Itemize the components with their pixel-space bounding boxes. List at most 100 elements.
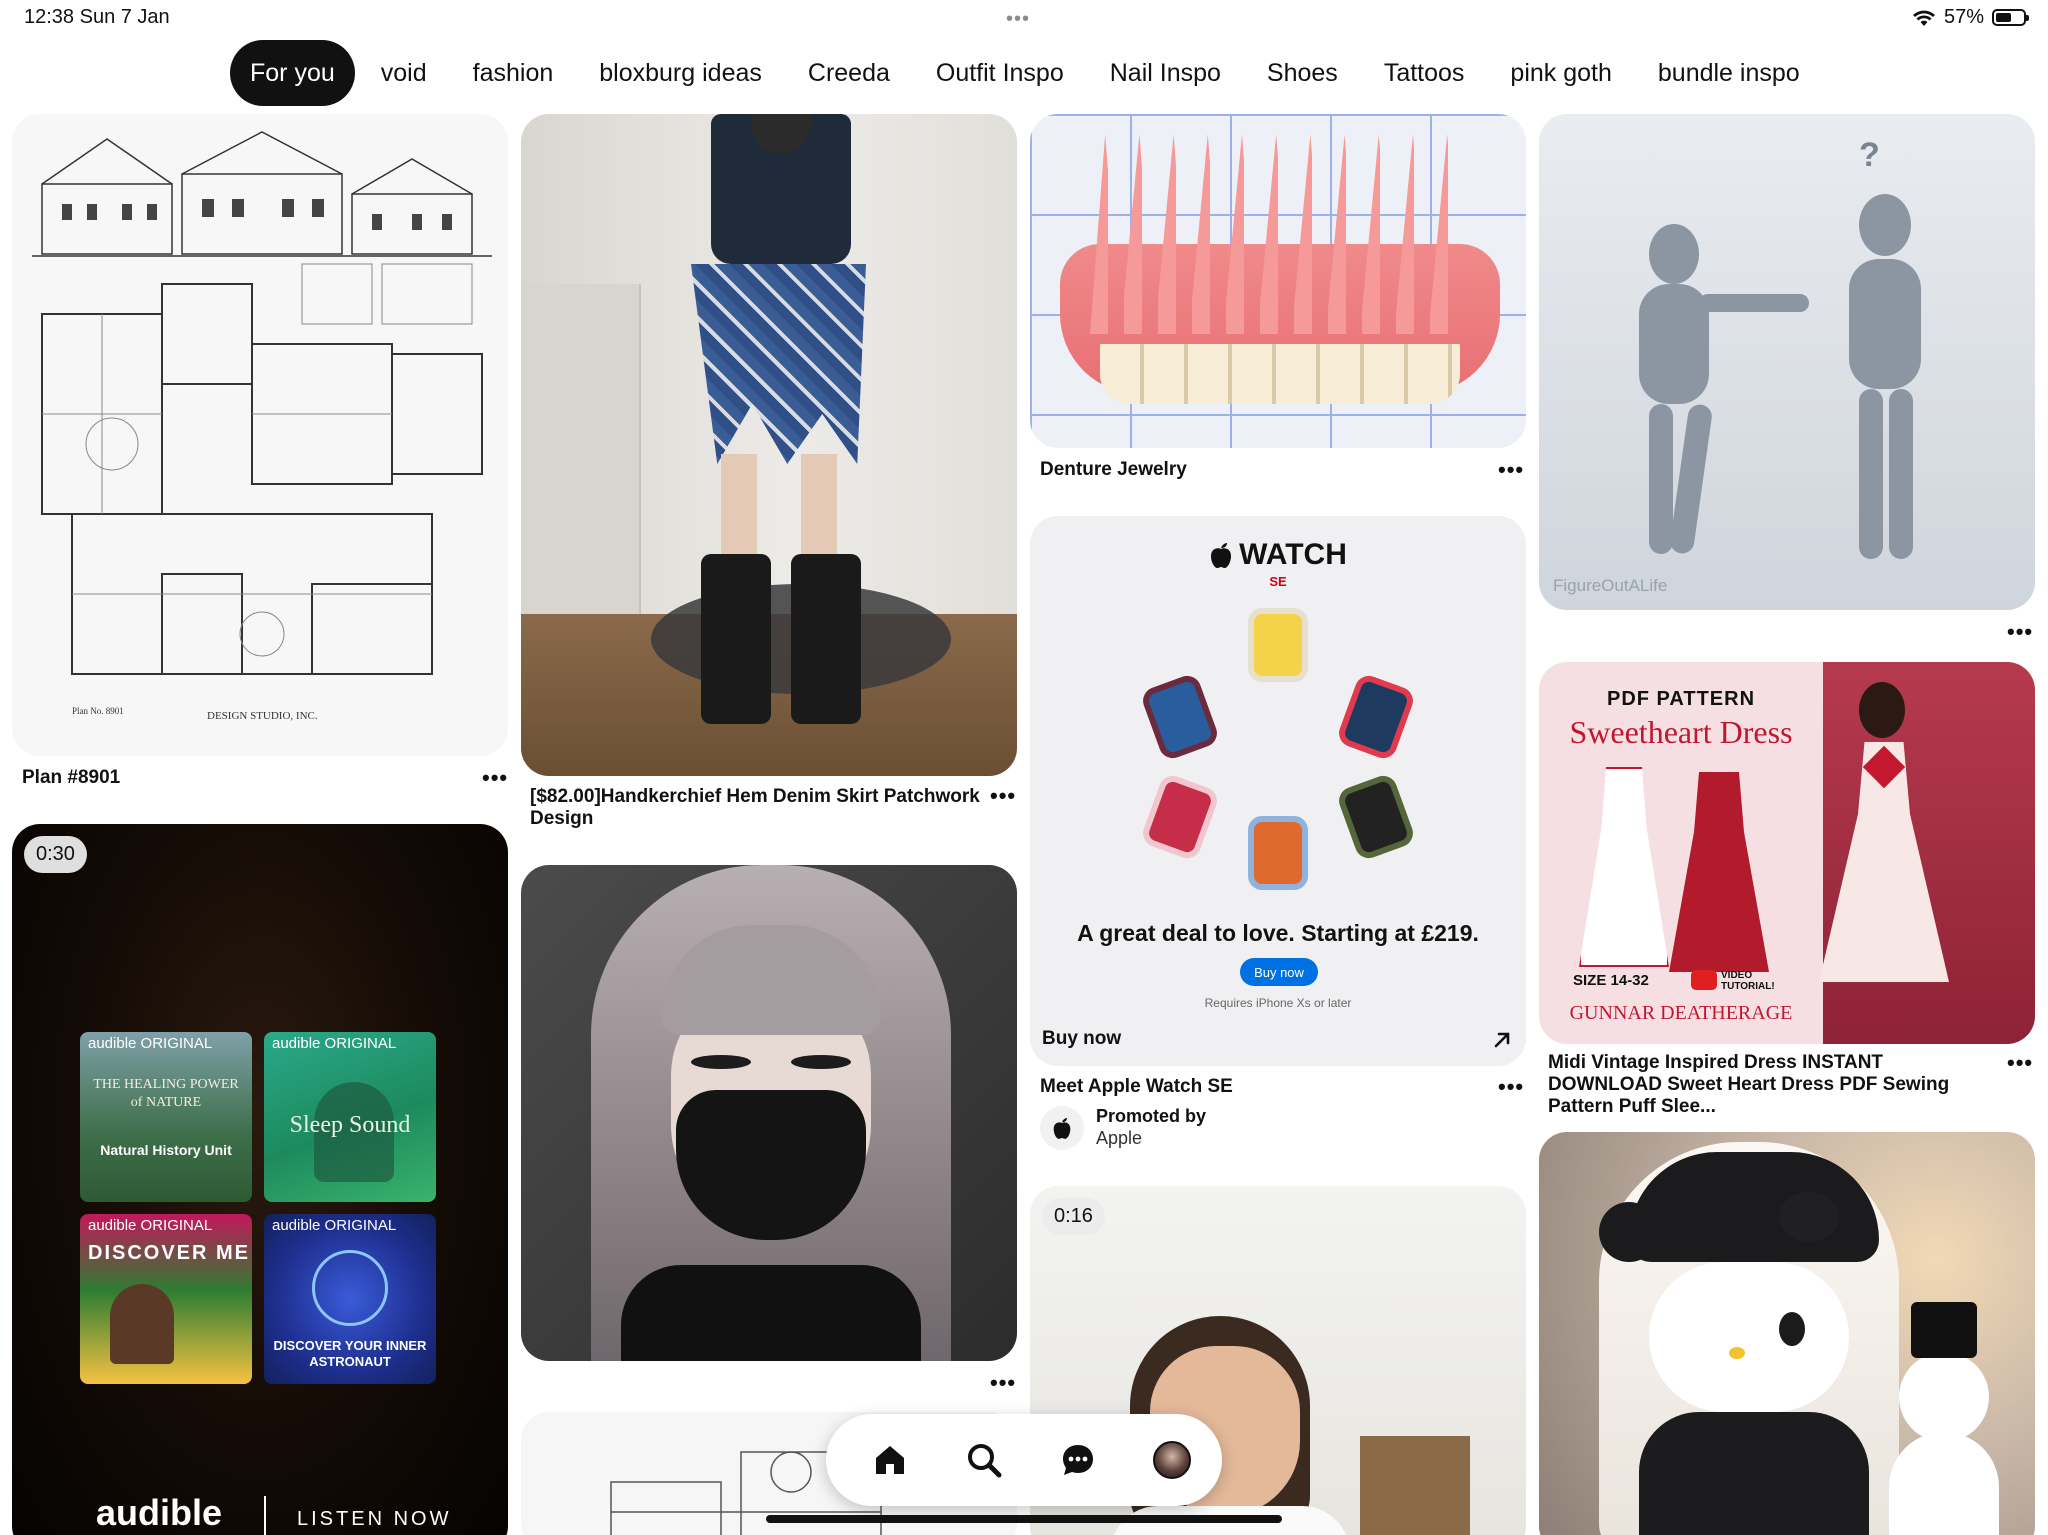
- pin-skirt-more-button[interactable]: •••: [990, 783, 1016, 809]
- watch-brand: WATCH: [1239, 538, 1347, 571]
- watch-buy-now-pill[interactable]: Buy now: [1240, 958, 1318, 986]
- pin-figures-image[interactable]: ? FigureOutALife: [1539, 114, 2035, 610]
- listen-now-cta[interactable]: LISTEN NOW: [297, 1508, 451, 1531]
- pin-hello-kitty-image[interactable]: [1539, 1132, 2035, 1535]
- dress-title: Sweetheart Dress: [1569, 714, 1793, 750]
- video-duration-badge: 0:30: [24, 836, 87, 873]
- model-hair: [1859, 682, 1905, 738]
- pin-watch-more-button[interactable]: •••: [1498, 1074, 1524, 1100]
- promoted-by-label: Promoted by: [1096, 1106, 1207, 1126]
- pompom-shape: [1599, 1202, 1659, 1262]
- snowman-head: [1899, 1352, 1989, 1442]
- pin-audible-video[interactable]: 0:30 audible ORIGINAL THE HEALING POWER …: [12, 824, 508, 1535]
- status-time: 12:38 Sun 7 Jan: [24, 6, 170, 28]
- pin-figures-more-button[interactable]: •••: [2007, 619, 2033, 645]
- figure-leg-left: [1668, 403, 1714, 555]
- watch-face: [1139, 671, 1221, 763]
- figure-leg-left: [1649, 404, 1673, 554]
- pin-plan-caption[interactable]: Plan #8901: [22, 767, 452, 789]
- divider: [264, 1496, 266, 1535]
- audible-tile-nature[interactable]: audible ORIGINAL THE HEALING POWER of NA…: [80, 1032, 252, 1202]
- apple-logo-icon: [1211, 543, 1232, 568]
- watch-face: [1139, 771, 1221, 863]
- tab-bloxburg-ideas[interactable]: bloxburg ideas: [579, 40, 782, 106]
- promoted-by-name[interactable]: Apple: [1096, 1128, 1142, 1149]
- watch-face: [1248, 816, 1308, 890]
- audible-tile-discover-me[interactable]: audible ORIGINAL DISCOVER ME: [80, 1214, 252, 1384]
- home-icon: [876, 1446, 904, 1474]
- nav-profile-button[interactable]: [1144, 1432, 1200, 1488]
- figure-leg-right: [1859, 389, 1883, 559]
- figure-head-right: [1859, 194, 1911, 256]
- pin-denture-more-button[interactable]: •••: [1498, 457, 1524, 483]
- dresser-shape: [521, 284, 641, 644]
- watch-logo: WATCH: [1030, 538, 1526, 572]
- portrait-shape: [110, 1284, 174, 1364]
- pin-skirt-image[interactable]: [521, 114, 1017, 776]
- tab-tattoos[interactable]: Tattoos: [1364, 40, 1485, 106]
- jacket-shape: [1639, 1412, 1869, 1535]
- figure-leg-right: [1889, 389, 1913, 559]
- tab-pink-goth[interactable]: pink goth: [1490, 40, 1631, 106]
- status-bar: 12:38 Sun 7 Jan ••• 57%: [0, 0, 2048, 36]
- snowman-hat: [1911, 1302, 1977, 1358]
- pin-skirt-caption[interactable]: [$82.00]Handkerchief Hem Denim Skirt Pat…: [530, 786, 990, 830]
- wifi-icon: [1912, 10, 1935, 26]
- tab-shoes[interactable]: Shoes: [1247, 40, 1358, 106]
- pin-watch-ad[interactable]: WATCH SE A great deal to love. Starting …: [1030, 516, 1526, 1066]
- tab-fashion[interactable]: fashion: [453, 40, 574, 106]
- pin-dress-caption[interactable]: Midi Vintage Inspired Dress INSTANT DOWN…: [1548, 1052, 1998, 1118]
- advertiser-avatar[interactable]: [1040, 1106, 1084, 1150]
- bottom-navigation: [826, 1414, 1222, 1506]
- watch-face: [1248, 608, 1308, 682]
- question-mark-icon: ?: [1859, 136, 1880, 174]
- audible-tile-label: audible ORIGINAL: [88, 1217, 213, 1234]
- home-indicator[interactable]: [766, 1515, 1282, 1523]
- tab-bundle-inspo[interactable]: bundle inspo: [1638, 40, 1820, 106]
- battery-tip: [2026, 15, 2029, 21]
- nav-home-button[interactable]: [862, 1432, 918, 1488]
- nav-messages-button[interactable]: [1050, 1432, 1106, 1488]
- nav-search-button[interactable]: [956, 1432, 1012, 1488]
- eye-left: [691, 1055, 751, 1069]
- multitasking-dots[interactable]: •••: [1006, 8, 1030, 31]
- dress-brand: GUNNAR DEATHERAGE: [1569, 1002, 1793, 1024]
- pin-masked-more-button[interactable]: •••: [990, 1370, 1016, 1396]
- boot-left: [701, 554, 771, 724]
- pin-watch-caption[interactable]: Meet Apple Watch SE: [1040, 1076, 1233, 1098]
- watch-face: [1335, 771, 1417, 863]
- plan-number-label: Plan No. 8901: [72, 706, 124, 716]
- tab-for-you[interactable]: For you: [230, 40, 355, 106]
- external-link-arrow-icon[interactable]: [1492, 1030, 1512, 1050]
- pin-dress-more-button[interactable]: •••: [2007, 1050, 2033, 1076]
- pin-denture-caption[interactable]: Denture Jewelry: [1040, 459, 1187, 481]
- audible-tile-astronaut[interactable]: audible ORIGINAL DISCOVER YOUR INNER AST…: [264, 1214, 436, 1384]
- pin-denture-image[interactable]: [1030, 114, 1526, 448]
- audible-tile-title: Sleep Sound: [289, 1112, 411, 1138]
- figure-arm-left: [1699, 294, 1809, 312]
- tab-nail-inspo[interactable]: Nail Inspo: [1090, 40, 1241, 106]
- watermark-text: FigureOutALife: [1553, 576, 1668, 595]
- audible-tile-title: THE HEALING POWER of NATURE: [93, 1077, 239, 1110]
- eye-shape: [1779, 1312, 1805, 1346]
- ring-graphic: [312, 1250, 388, 1326]
- pin-dress-image[interactable]: PDF PATTERN Sweetheart Dress SIZE 14-32 …: [1539, 662, 2035, 1044]
- floor-plan-drawing: Plan No. 8901 DESIGN STUDIO, INC.: [32, 131, 492, 722]
- tab-void[interactable]: void: [361, 40, 447, 106]
- audible-logo: audible: [96, 1492, 223, 1533]
- audible-tile-sleep[interactable]: audible ORIGINAL Sleep Sound: [264, 1032, 436, 1202]
- snowman-body: [1889, 1432, 1999, 1535]
- audible-tile-label: audible ORIGINAL: [272, 1217, 397, 1234]
- video-duration-badge: 0:16: [1042, 1198, 1105, 1235]
- watch-cta-label[interactable]: Buy now: [1042, 1028, 1121, 1050]
- pin-masked-image[interactable]: [521, 865, 1017, 1361]
- tab-creeda[interactable]: Creeda: [788, 40, 910, 106]
- watch-sub: SE: [1269, 574, 1287, 589]
- pin-plan-more-button[interactable]: •••: [482, 765, 508, 791]
- pin-plan-image[interactable]: Plan No. 8901 DESIGN STUDIO, INC.: [12, 114, 508, 756]
- messages-icon: [1063, 1445, 1093, 1475]
- dress-heading: PDF PATTERN: [1606, 688, 1756, 710]
- tab-outfit-inspo[interactable]: Outfit Inspo: [916, 40, 1084, 106]
- video-play-icon: [1691, 970, 1717, 990]
- eye-right: [791, 1055, 851, 1069]
